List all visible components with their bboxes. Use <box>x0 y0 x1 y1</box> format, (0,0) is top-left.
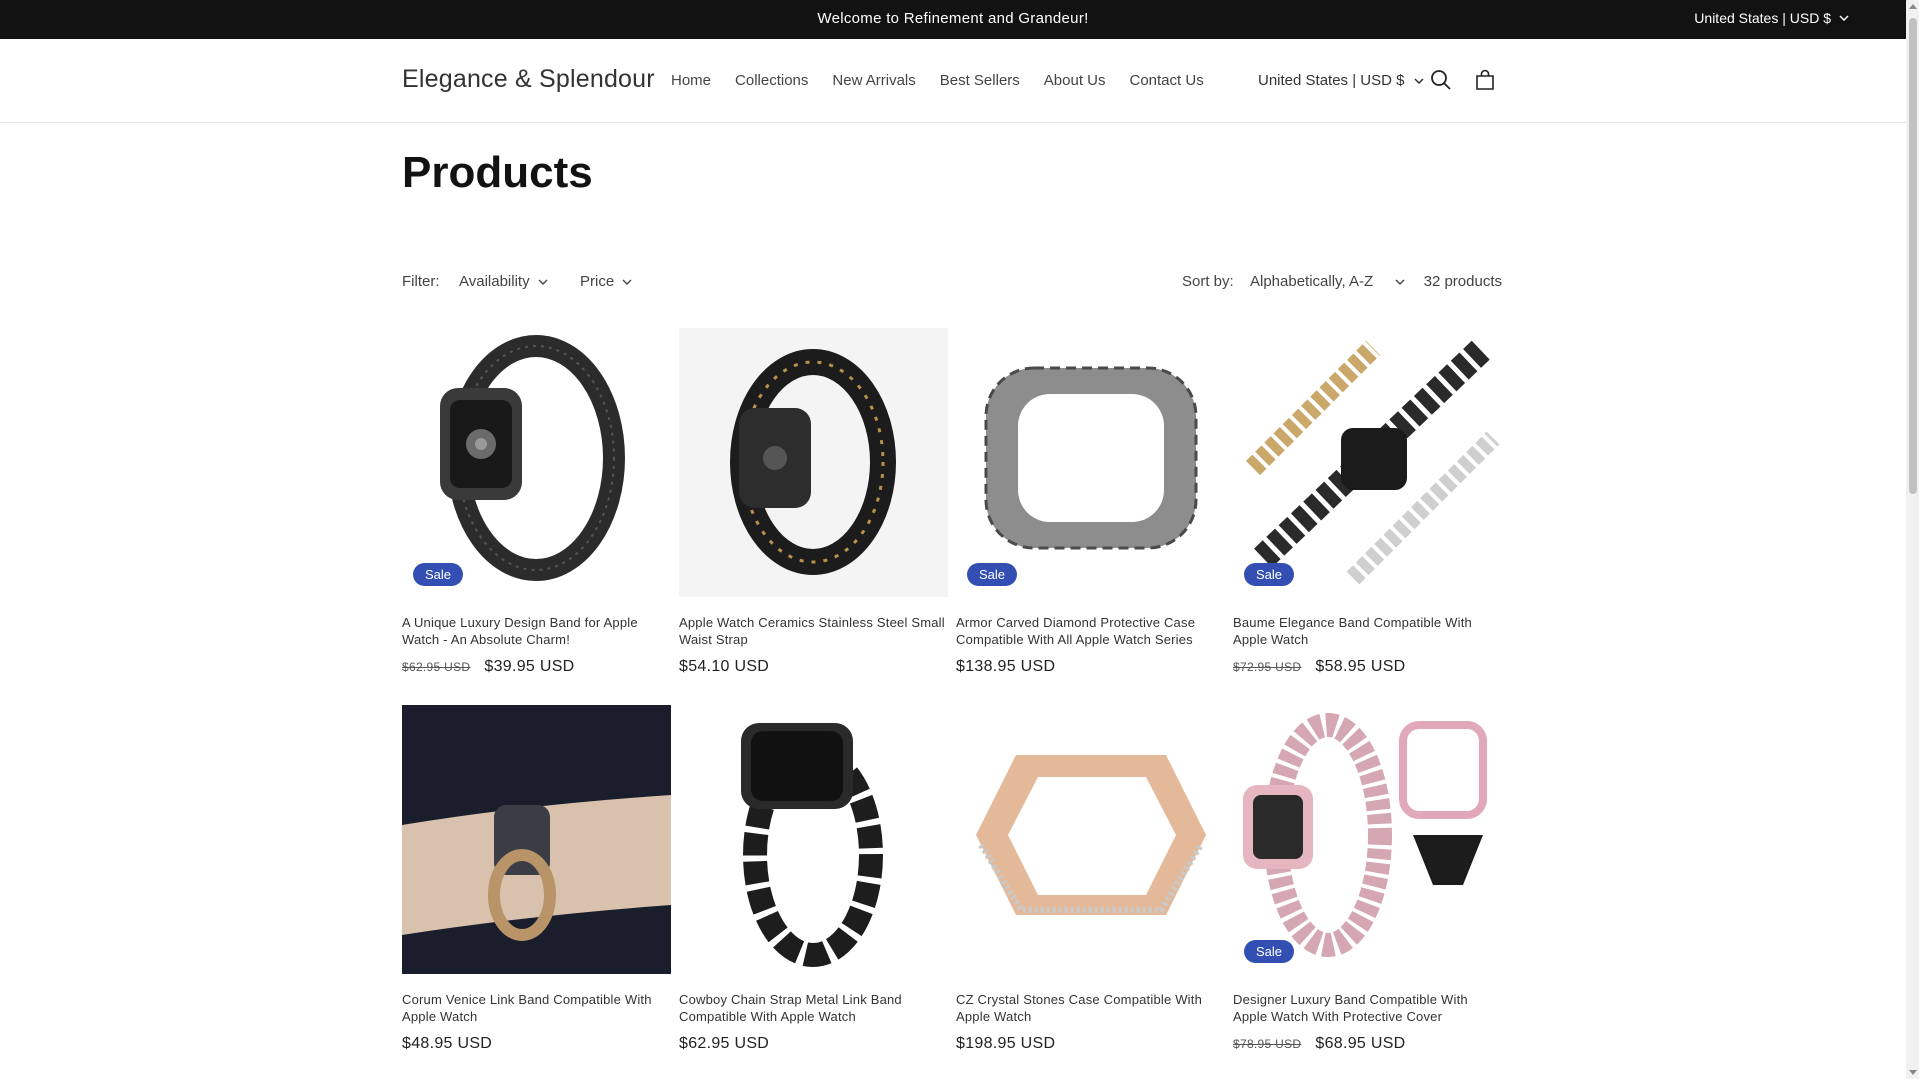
filter-price[interactable]: Price <box>580 273 632 290</box>
announcement-locale-selector[interactable]: United States | USD $ <box>1694 10 1849 26</box>
filter-label: Filter: <box>402 273 440 290</box>
product-price: $78.95 USD $68.95 USD <box>1233 1035 1502 1053</box>
announcement-locale-label: United States | USD $ <box>1694 10 1831 26</box>
product-image[interactable] <box>402 705 671 974</box>
product-title[interactable]: CZ Crystal Stones Case Compatible With A… <box>956 991 1225 1025</box>
product-card[interactable]: CZ Crystal Stones Case Compatible With A… <box>956 705 1225 1053</box>
product-price: $48.95 USD <box>402 1035 671 1053</box>
product-title[interactable]: Cowboy Chain Strap Metal Link Band Compa… <box>679 991 948 1025</box>
page-title: Products <box>402 148 593 197</box>
sale-badge: Sale <box>1244 563 1295 586</box>
sort-select-value: Alphabetically, A-Z <box>1250 273 1374 290</box>
filter-availability[interactable]: Availability <box>459 273 548 290</box>
filter-price-label: Price <box>580 273 615 290</box>
product-card[interactable]: Sale Designer Luxury Band Compatible Wit… <box>1233 705 1502 1053</box>
product-image[interactable] <box>956 705 1225 974</box>
product-sale-price: $39.95 USD <box>484 658 575 675</box>
nav-item-about-us[interactable]: About Us <box>1044 72 1106 89</box>
product-sale-price: $48.95 USD <box>402 1035 493 1052</box>
filter-availability-label: Availability <box>459 273 530 290</box>
chevron-down-icon <box>622 279 632 285</box>
site-logo[interactable]: Elegance & Splendour <box>402 65 655 94</box>
chevron-down-icon <box>1414 77 1424 84</box>
header-locale-selector[interactable]: United States | USD $ <box>1258 72 1424 89</box>
product-sale-price: $62.95 USD <box>679 1035 770 1052</box>
product-sale-price: $58.95 USD <box>1315 658 1406 675</box>
product-card[interactable]: Apple Watch Ceramics Stainless Steel Sma… <box>679 328 948 676</box>
product-sale-price: $68.95 USD <box>1315 1035 1406 1052</box>
scrollbar-thumb[interactable] <box>1909 18 1917 494</box>
product-image[interactable] <box>679 328 948 597</box>
announcement-bar: Welcome to Refinement and Grandeur! Unit… <box>0 0 1906 39</box>
sale-badge: Sale <box>1244 940 1295 963</box>
product-card[interactable]: Cowboy Chain Strap Metal Link Band Compa… <box>679 705 948 1053</box>
nav-item-collections[interactable]: Collections <box>735 72 808 89</box>
header-locale-label: United States | USD $ <box>1258 72 1405 89</box>
product-card[interactable]: Sale Armor Carved Diamond Protective Cas… <box>956 328 1225 676</box>
product-card[interactable]: Corum Venice Link Band Compatible With A… <box>402 705 671 1053</box>
product-sale-price: $138.95 USD <box>956 658 1056 675</box>
product-card[interactable]: Sale A Unique Luxury Design Band for App… <box>402 328 671 676</box>
cart-icon[interactable] <box>1473 68 1497 92</box>
product-title[interactable]: Baume Elegance Band Compatible With Appl… <box>1233 614 1502 648</box>
product-title[interactable]: Corum Venice Link Band Compatible With A… <box>402 991 671 1025</box>
chevron-down-icon <box>1839 15 1849 21</box>
product-price: $62.95 USD <box>679 1035 948 1053</box>
nav-item-new-arrivals[interactable]: New Arrivals <box>832 72 915 89</box>
nav-item-best-sellers[interactable]: Best Sellers <box>940 72 1020 89</box>
sort-select[interactable]: Alphabetically, A-Z <box>1250 273 1405 290</box>
product-price: $72.95 USD $58.95 USD <box>1233 658 1502 676</box>
product-image[interactable] <box>679 705 948 974</box>
page-scrollbar[interactable] <box>1906 0 1919 1079</box>
product-price: $54.10 USD <box>679 658 948 676</box>
chevron-down-icon <box>1395 279 1405 285</box>
site-header: Elegance & Splendour Home Collections Ne… <box>0 39 1906 123</box>
product-old-price: $78.95 USD <box>1233 1037 1302 1051</box>
product-image[interactable]: Sale <box>1233 705 1502 974</box>
main-nav: Home Collections New Arrivals Best Selle… <box>671 72 1204 89</box>
sale-badge: Sale <box>967 563 1018 586</box>
product-title[interactable]: Apple Watch Ceramics Stainless Steel Sma… <box>679 614 948 648</box>
product-title[interactable]: Armor Carved Diamond Protective Case Com… <box>956 614 1225 648</box>
product-card[interactable]: Sale Baume Elegance Band Compatible With… <box>1233 328 1502 676</box>
nav-item-contact-us[interactable]: Contact Us <box>1130 72 1204 89</box>
sort-label: Sort by: <box>1182 273 1234 290</box>
announcement-message: Welcome to Refinement and Grandeur! <box>817 10 1089 27</box>
scroll-down-arrow-icon[interactable] <box>1909 1070 1917 1075</box>
product-title[interactable]: A Unique Luxury Design Band for Apple Wa… <box>402 614 671 648</box>
product-count: 32 products <box>1423 273 1502 290</box>
product-old-price: $72.95 USD <box>1233 660 1302 674</box>
product-title[interactable]: Designer Luxury Band Compatible With App… <box>1233 991 1502 1025</box>
scroll-up-arrow-icon[interactable] <box>1909 4 1917 9</box>
chevron-down-icon <box>538 279 548 285</box>
product-sale-price: $198.95 USD <box>956 1035 1056 1052</box>
product-price: $198.95 USD <box>956 1035 1225 1053</box>
product-image[interactable]: Sale <box>956 328 1225 597</box>
product-old-price: $62.95 USD <box>402 660 471 674</box>
product-sale-price: $54.10 USD <box>679 658 770 675</box>
nav-item-home[interactable]: Home <box>671 72 711 89</box>
product-image[interactable]: Sale <box>1233 328 1502 597</box>
product-image[interactable]: Sale <box>402 328 671 597</box>
product-price: $138.95 USD <box>956 658 1225 676</box>
product-price: $62.95 USD $39.95 USD <box>402 658 671 676</box>
search-icon[interactable] <box>1429 68 1453 92</box>
sale-badge: Sale <box>413 563 464 586</box>
